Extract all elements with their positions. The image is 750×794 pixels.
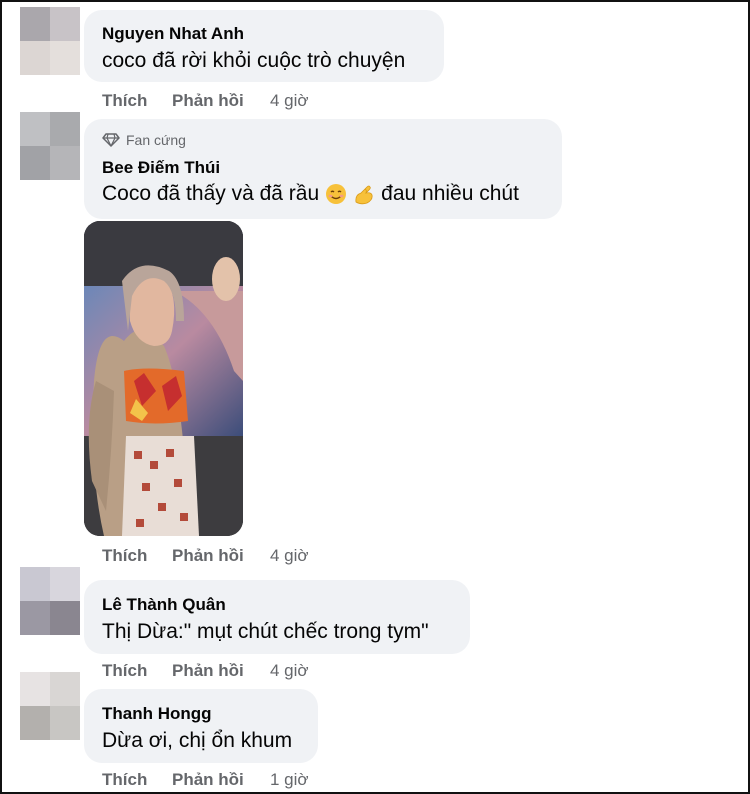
attached-photo[interactable] [84, 221, 243, 536]
badge-label: Fan cứng [126, 132, 186, 148]
avatar-tile [50, 146, 80, 180]
comment-timestamp[interactable]: 4 giờ [270, 661, 309, 681]
avatar-tile [50, 112, 80, 146]
photo-image [84, 221, 243, 536]
avatar-tile [50, 567, 80, 601]
comment-text: Coco đã thấy và đã rầu đau nhiều chút [102, 182, 519, 206]
avatar-tile [50, 7, 80, 41]
reply-button[interactable]: Phản hồi [172, 91, 244, 111]
comment-author[interactable]: Bee Điếm Thúi [102, 158, 220, 178]
avatar-tile [20, 41, 50, 75]
avatar[interactable] [20, 7, 80, 75]
comment-timestamp[interactable]: 4 giờ [270, 546, 309, 566]
comment-text-suffix: đau nhiều chút [381, 182, 519, 205]
avatar-tile [50, 672, 80, 706]
comment-text: Thị Dừa:" mụt chút chếc trong tym" [102, 620, 429, 643]
comment-author[interactable]: Thanh Hongg [102, 704, 212, 724]
comment-author[interactable]: Nguyen Nhat Anh [102, 24, 244, 44]
like-button[interactable]: Thích [102, 770, 147, 790]
like-button[interactable]: Thích [102, 91, 147, 111]
like-button[interactable]: Thích [102, 661, 147, 681]
comment-text-main: Coco đã thấy và đã rầu [102, 182, 320, 205]
avatar-tile [50, 41, 80, 75]
avatar-tile [20, 7, 50, 41]
avatar-tile [20, 112, 50, 146]
comment-bubble: Nguyen Nhat Anh coco đã rời khỏi cuộc tr… [84, 10, 444, 82]
reply-button[interactable]: Phản hồi [172, 546, 244, 566]
like-button[interactable]: Thích [102, 546, 147, 566]
avatar[interactable] [20, 567, 80, 635]
comment-timestamp[interactable]: 1 giờ [270, 770, 309, 790]
reply-button[interactable]: Phản hồi [172, 770, 244, 790]
fan-badge: Fan cứng [102, 132, 186, 148]
avatar-tile [50, 601, 80, 635]
avatar[interactable] [20, 672, 80, 740]
avatar-tile [20, 567, 50, 601]
diamond-icon [102, 133, 120, 147]
avatar-tile [20, 672, 50, 706]
comment-bubble: Lê Thành Quân Thị Dừa:" mụt chút chếc tr… [84, 580, 470, 654]
comment-thread: Nguyen Nhat Anh coco đã rời khỏi cuộc tr… [0, 0, 750, 794]
smiling-face-icon [326, 184, 347, 204]
avatar-tile [20, 706, 50, 740]
avatar-tile [20, 146, 50, 180]
avatar[interactable] [20, 112, 80, 180]
reply-button[interactable]: Phản hồi [172, 661, 244, 681]
pinching-hand-icon [355, 185, 373, 205]
comment-bubble: Thanh Hongg Dừa ơi, chị ổn khum [84, 689, 318, 763]
comment-text: Dừa ơi, chị ổn khum [102, 729, 293, 752]
comment-timestamp[interactable]: 4 giờ [270, 91, 309, 111]
avatar-tile [50, 706, 80, 740]
avatar-tile [20, 601, 50, 635]
comment-bubble: Fan cứng Bee Điếm Thúi Coco đã thấy và đ… [84, 119, 562, 219]
comment-text: coco đã rời khỏi cuộc trò chuyện [102, 49, 406, 72]
comment-author[interactable]: Lê Thành Quân [102, 595, 226, 615]
